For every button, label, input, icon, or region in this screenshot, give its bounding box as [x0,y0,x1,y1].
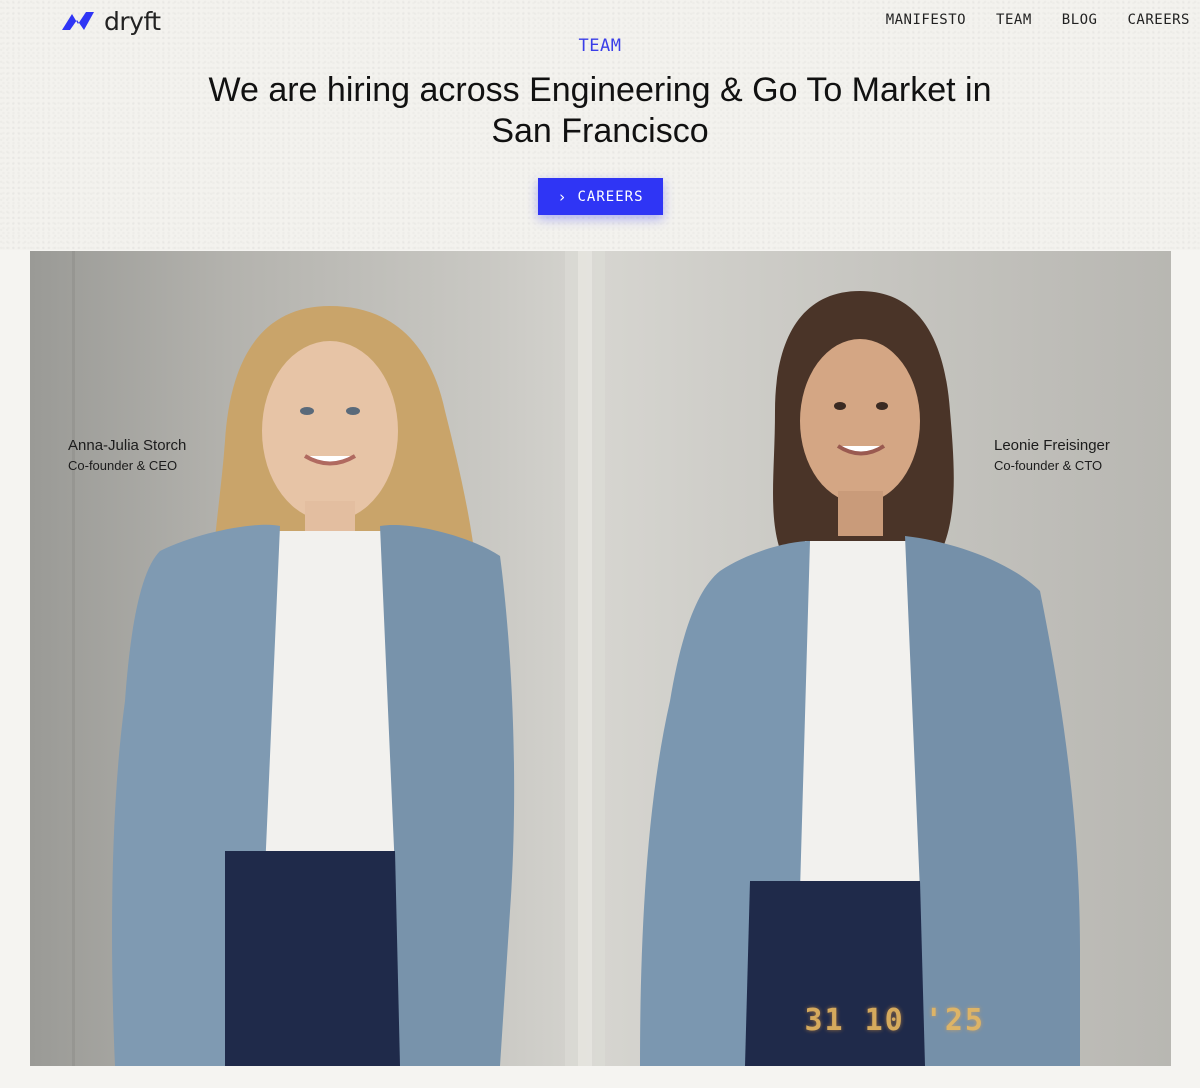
nav-item-careers[interactable]: CAREERS [1127,12,1190,28]
chevron-right-icon: › [557,187,568,206]
brand-logo[interactable]: dryft [60,6,161,36]
nav-item-manifesto[interactable]: MANIFESTO [886,12,966,28]
person-name: Anna-Julia Storch [68,437,187,454]
nav-item-blog[interactable]: BLOG [1062,12,1098,28]
main-nav: MANIFESTO TEAM BLOG CAREERS [886,12,1190,28]
hero-section: dryft MANIFESTO TEAM BLOG CAREERS TEAM W… [0,0,1200,250]
person-label-cto: Leonie Freisinger Co-founder & CTO [994,437,1110,473]
person-label-ceo: Anna-Julia Storch Co-founder & CEO [68,437,186,473]
person-role: Co-founder & CEO [68,458,178,473]
person-name: Leonie Freisinger [994,437,1110,454]
careers-button[interactable]: › CAREERS [538,178,663,215]
brand-name: dryft [104,6,161,36]
page-headline: We are hiring across Engineering & Go To… [208,71,992,150]
person-role: Co-founder & CTO [994,458,1103,473]
nav-item-team[interactable]: TEAM [996,12,1032,28]
careers-button-label: CAREERS [577,188,644,205]
dryft-logo-icon [62,12,94,30]
date-stamp: 31 10 '25 [804,1003,985,1038]
founders-illustration [72,251,1080,1066]
founders-photo: Anna-Julia Storch Co-founder & CEO Leoni… [30,251,1171,1066]
section-eyebrow: TEAM [578,36,622,56]
